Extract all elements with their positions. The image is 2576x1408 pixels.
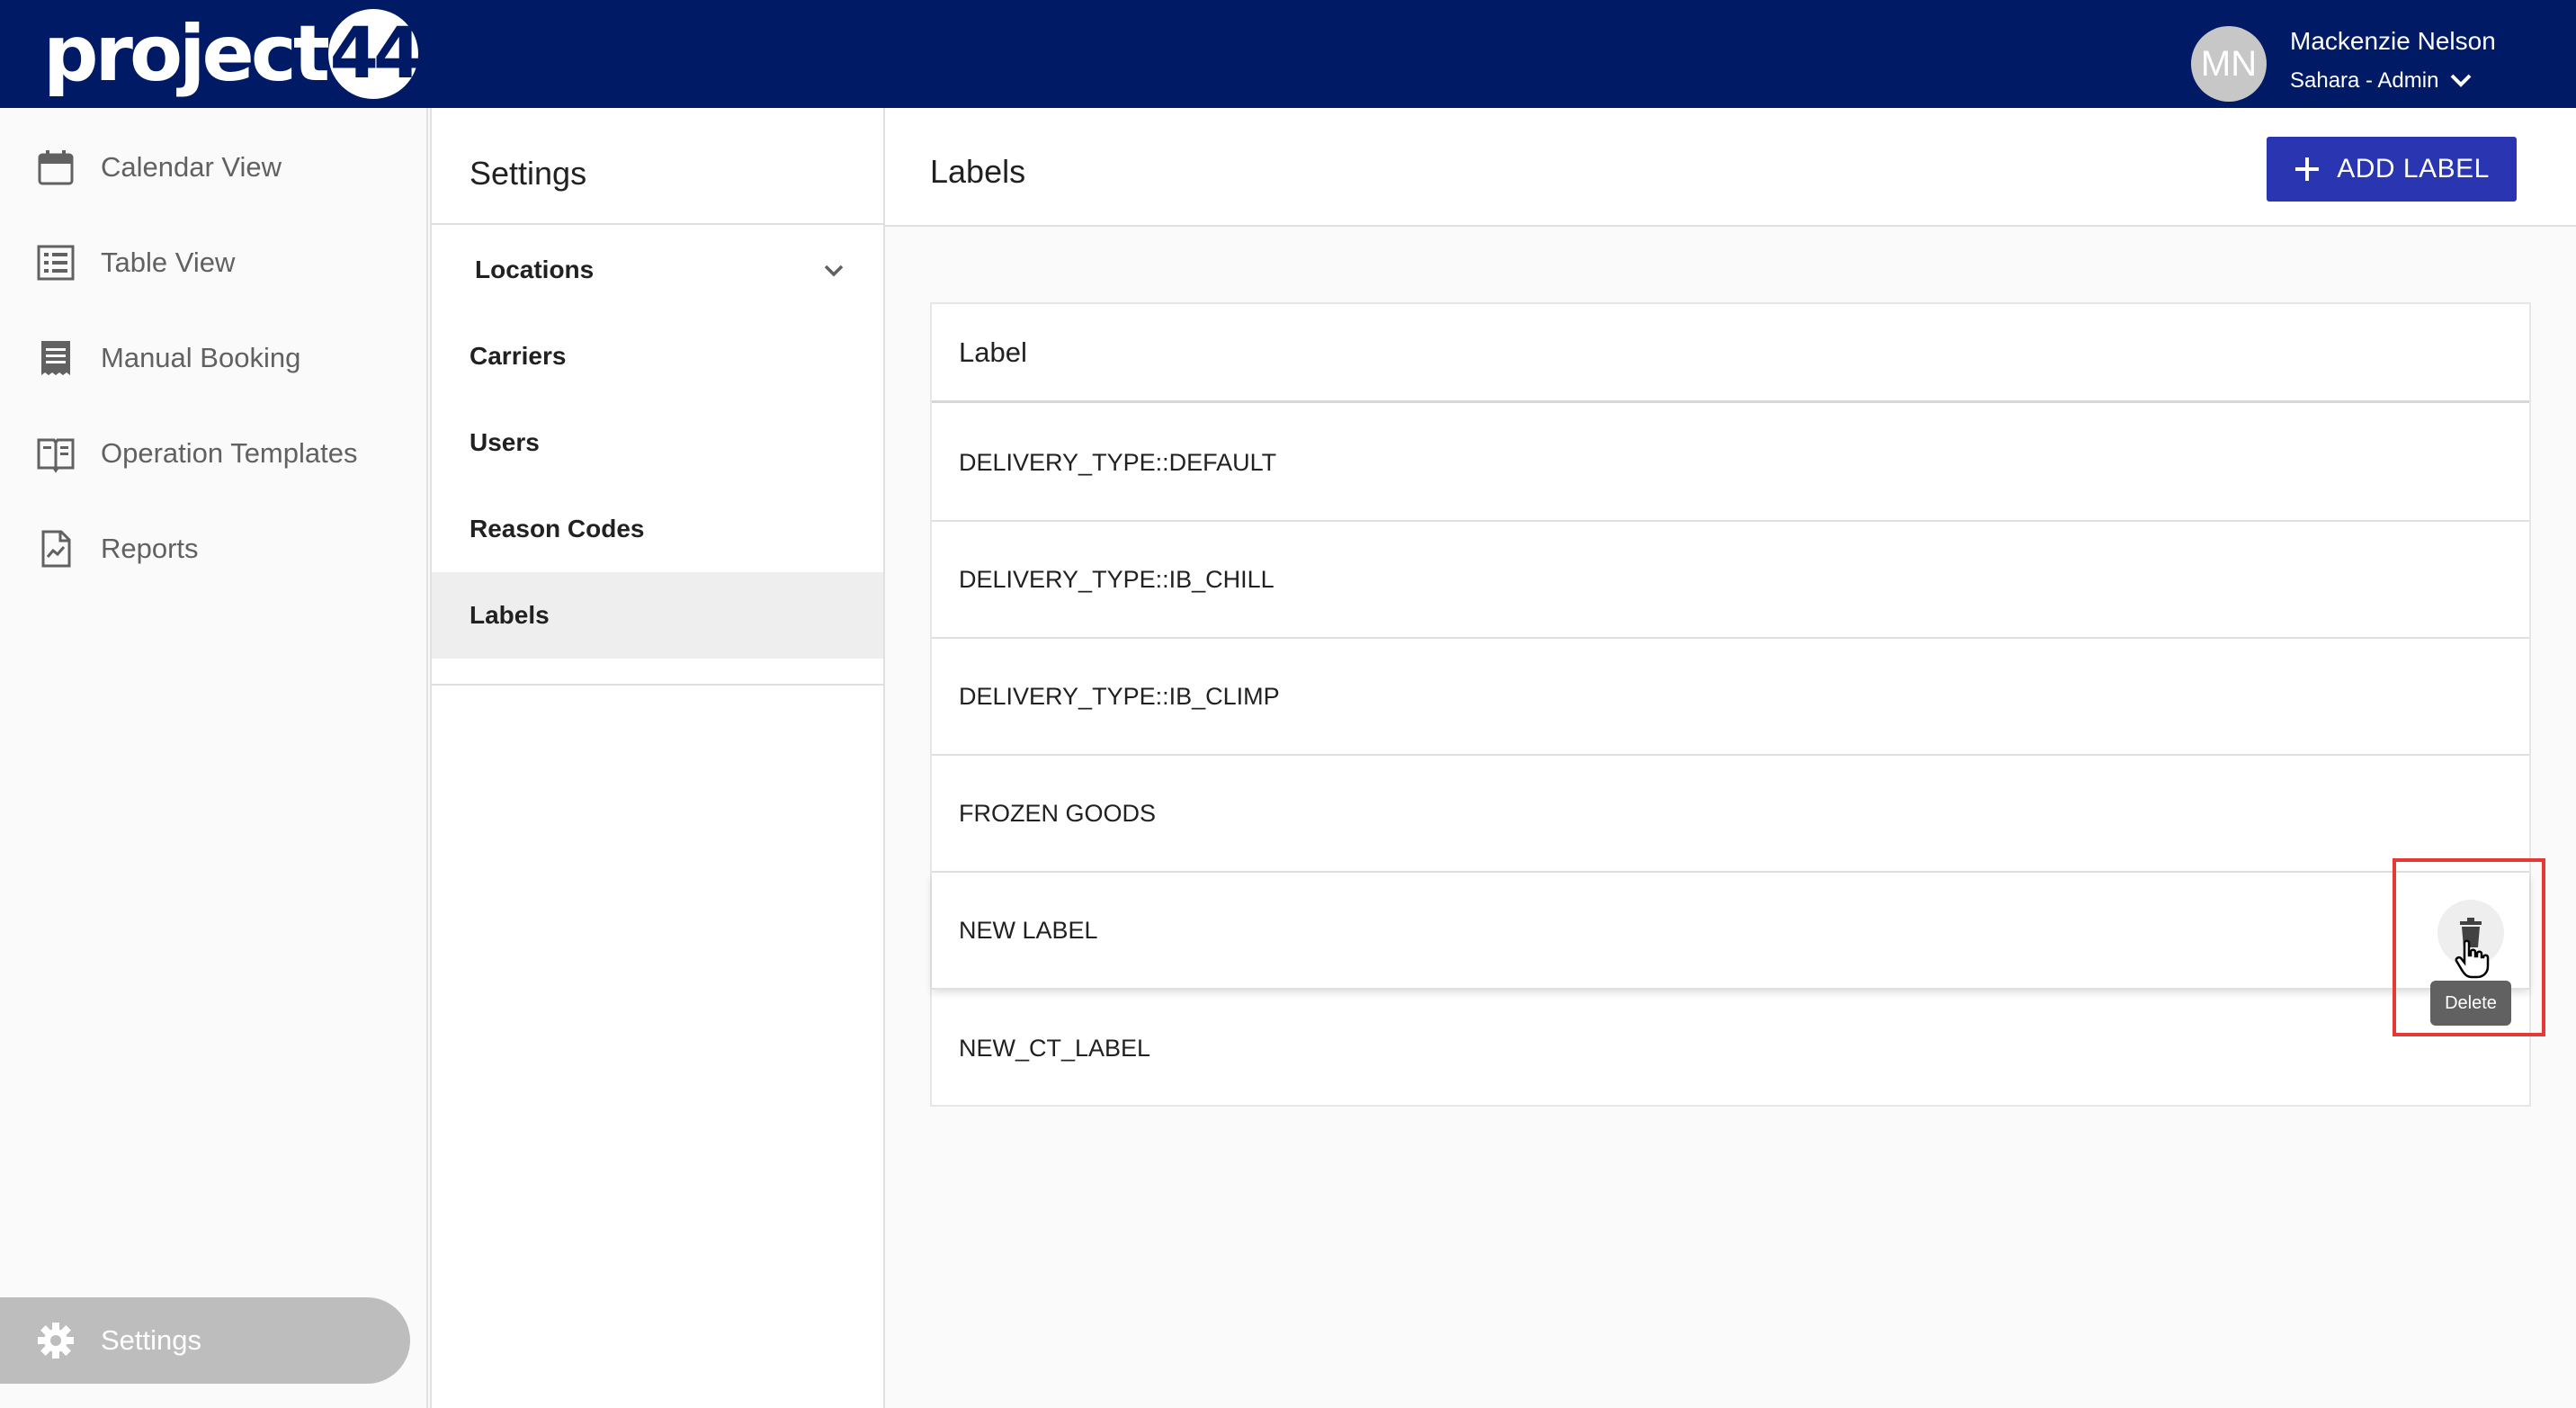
subnav-label: Carriers xyxy=(470,342,567,370)
table-row[interactable]: FROZEN GOODS xyxy=(932,756,2529,873)
report-icon xyxy=(41,530,71,568)
logo[interactable]: project 44 xyxy=(43,9,422,99)
list-icon xyxy=(37,245,75,281)
book-icon xyxy=(37,438,75,473)
nav-item-operation-templates[interactable]: Operation Templates xyxy=(0,410,410,497)
subnav-panel xyxy=(430,686,885,1408)
org-selector[interactable]: Sahara - Admin xyxy=(2290,68,2473,94)
labels-table: Label DELIVERY_TYPE::DEFAULT DELIVERY_TY… xyxy=(930,302,2531,1107)
subnav-label: Labels xyxy=(470,601,550,629)
left-nav: Calendar View Table View Manual Booking … xyxy=(0,108,428,1408)
avatar[interactable]: MN xyxy=(2191,26,2267,102)
table-row[interactable]: DELIVERY_TYPE::DEFAULT xyxy=(932,405,2529,522)
user-name: Mackenzie Nelson xyxy=(2290,27,2496,55)
table-row[interactable]: NEW LABEL xyxy=(932,873,2529,990)
nav-item-settings[interactable]: Settings xyxy=(0,1297,410,1384)
add-label-button[interactable]: ADD LABEL xyxy=(2267,137,2517,202)
nav-label: Table View xyxy=(101,247,236,278)
nav-label: Calendar View xyxy=(101,151,282,183)
chevron-down-icon xyxy=(824,265,844,277)
table-row[interactable]: DELIVERY_TYPE::IB_CLIMP xyxy=(932,639,2529,756)
subnav-item-users[interactable]: Users xyxy=(432,399,883,486)
nav-item-calendar-view[interactable]: Calendar View xyxy=(0,124,410,211)
gear-icon xyxy=(38,1323,74,1359)
logo-badge: 44 xyxy=(327,9,422,99)
subnav-item-labels[interactable]: Labels xyxy=(432,572,883,659)
delete-tooltip: Delete xyxy=(2430,981,2511,1026)
logo-text: project xyxy=(43,9,330,99)
calendar-icon xyxy=(38,150,74,185)
subnav-label: Locations xyxy=(475,256,595,283)
nav-item-reports[interactable]: Reports xyxy=(0,506,410,592)
divider xyxy=(432,223,883,225)
org-label: Sahara - Admin xyxy=(2290,68,2439,93)
table-header: Label xyxy=(932,304,2529,403)
chevron-down-icon xyxy=(2451,74,2472,87)
subnav-item-locations[interactable]: Locations xyxy=(432,227,883,313)
subnav-label: Users xyxy=(470,428,540,456)
nav-item-table-view[interactable]: Table View xyxy=(0,220,410,306)
main-header: Labels ADD LABEL xyxy=(885,108,2576,227)
table-row[interactable]: DELIVERY_TYPE::IB_CHILL xyxy=(932,522,2529,639)
top-bar: project 44 MN Mackenzie Nelson Sahara - A… xyxy=(0,0,2576,108)
subnav-item-reason-codes[interactable]: Reason Codes xyxy=(432,486,883,572)
page-title: Labels xyxy=(930,153,1026,190)
add-label-text: ADD LABEL xyxy=(2337,154,2490,184)
table-row[interactable]: NEW_CT_LABEL xyxy=(932,990,2529,1107)
plus-icon xyxy=(2295,157,2320,181)
nav-label: Settings xyxy=(101,1324,202,1356)
nav-label: Manual Booking xyxy=(101,342,301,373)
subnav-label: Reason Codes xyxy=(470,515,645,543)
nav-item-manual-booking[interactable]: Manual Booking xyxy=(0,315,410,401)
subnav-item-carriers[interactable]: Carriers xyxy=(432,313,883,399)
settings-subnav: Settings Locations Carriers Users Reason… xyxy=(430,108,885,686)
receipt-icon xyxy=(41,341,70,375)
settings-title: Settings xyxy=(470,155,587,192)
nav-label: Reports xyxy=(101,533,199,564)
nav-label: Operation Templates xyxy=(101,437,358,469)
hand-cursor-icon xyxy=(2455,939,2490,979)
